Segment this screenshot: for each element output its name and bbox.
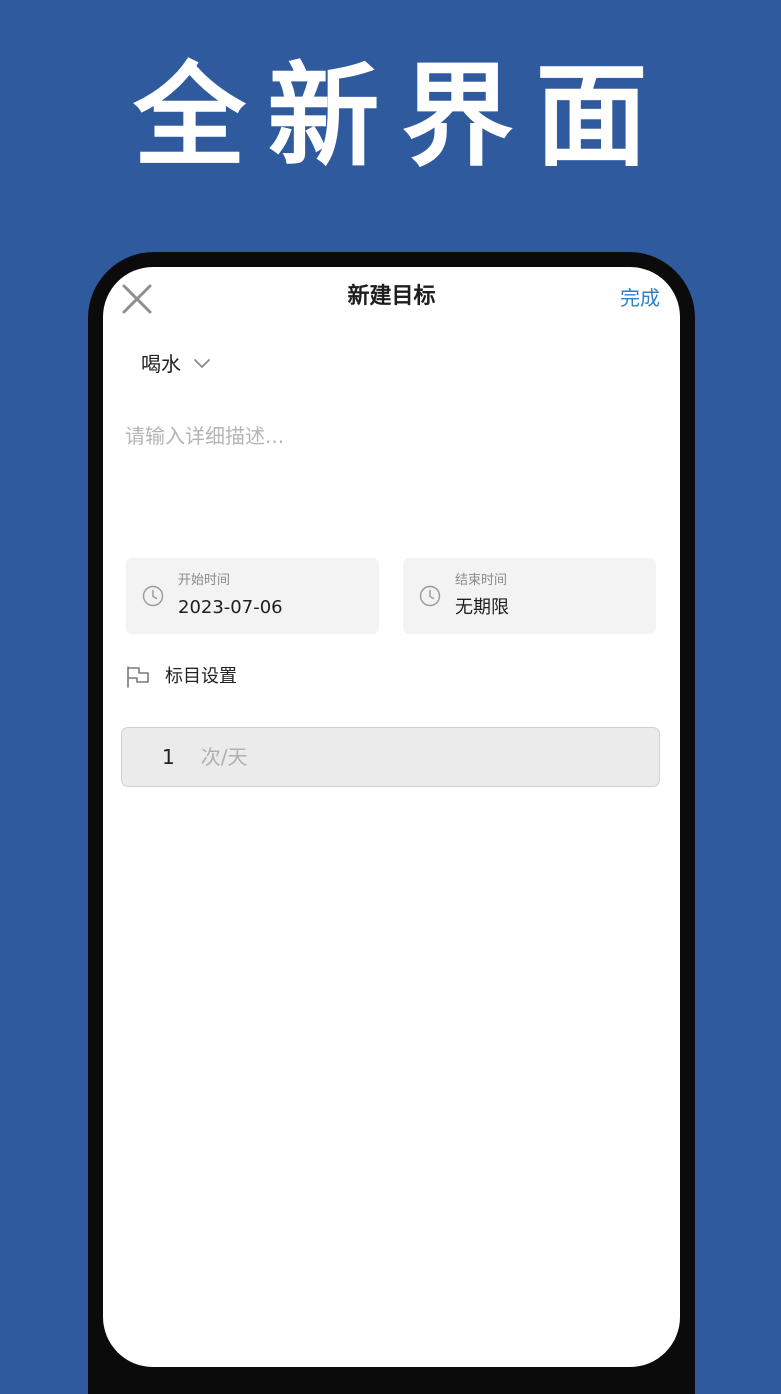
frequency-input[interactable]: 1 次/天 [121,727,660,787]
end-time-card[interactable]: 结束时间 无期限 [403,558,656,634]
clock-icon [142,585,164,607]
end-time-caption: 结束时间 [455,573,508,588]
category-label: 喝水 [141,352,181,376]
promo-headline: 全新界面 [133,52,670,182]
chevron-down-icon [194,359,210,368]
app-screen: 新建目标 完成 喝水 开始时间 2023-07-06 结束时间 无期限 标目设置 [103,267,680,1367]
clock-icon [419,585,441,607]
end-time-value: 无期限 [455,597,509,618]
start-time-value: 2023-07-06 [178,597,283,618]
start-time-card[interactable]: 开始时间 2023-07-06 [126,558,379,634]
flag-icon [127,666,149,688]
done-button[interactable]: 完成 [620,283,660,313]
start-time-caption: 开始时间 [178,573,231,588]
target-settings-header: 标目设置 [125,663,237,691]
description-input[interactable] [125,421,645,521]
frequency-value: 1 [162,745,175,769]
page-title: 新建目标 [347,284,436,309]
category-selector[interactable]: 喝水 [141,349,211,379]
frequency-unit: 次/天 [200,745,248,769]
top-bar: 新建目标 完成 [103,267,680,329]
target-settings-label: 标目设置 [165,666,237,687]
